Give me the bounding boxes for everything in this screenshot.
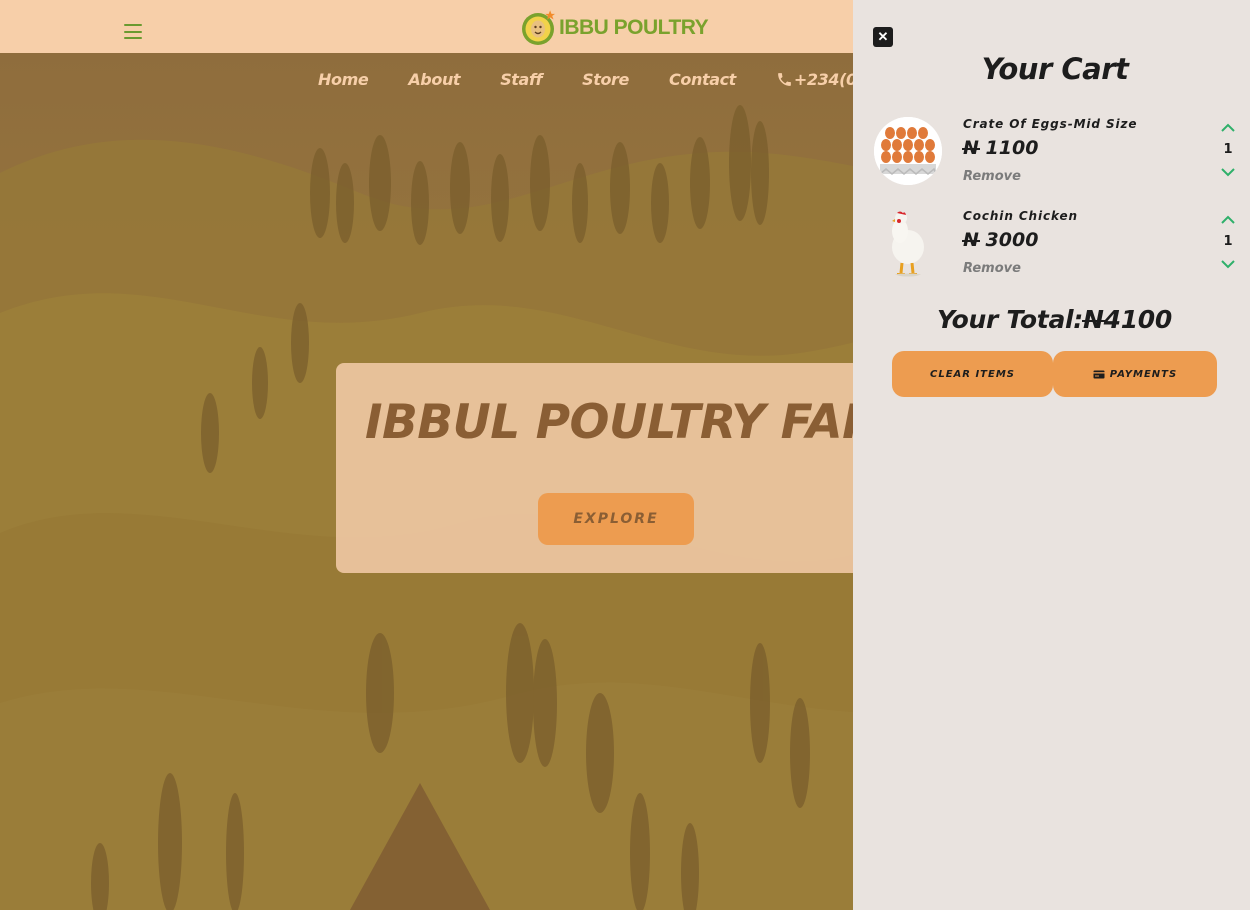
cart-item: Crate Of Eggs-Mid Size N 1100 Remove 1 (873, 117, 1236, 195)
chevron-up-icon[interactable] (1220, 122, 1236, 134)
cart-total: Your Total:N4100 (853, 305, 1250, 334)
chicken-image (874, 209, 942, 277)
nav-about[interactable]: About (408, 70, 460, 89)
cart-item: Cochin Chicken N 3000 Remove 1 (873, 209, 1236, 287)
nav-staff[interactable]: Staff (500, 70, 542, 89)
egg-crate-image (874, 117, 942, 185)
hero-card: IBBUL POULTRY FARM EXPLORE (336, 363, 925, 573)
close-icon[interactable]: ✕ (873, 27, 893, 47)
hero-title: IBBUL POULTRY FARM (365, 395, 925, 450)
hamburger-icon[interactable] (124, 24, 142, 39)
logo-mark-icon (522, 10, 555, 45)
nav-store[interactable]: Store (582, 70, 629, 89)
remove-item-button[interactable]: Remove (963, 169, 1021, 184)
main-nav: Home About Staff Store Contact +234(0)80… (318, 70, 896, 89)
item-quantity: 1 (1223, 142, 1233, 157)
nav-home[interactable]: Home (318, 70, 369, 89)
item-price-value: 1100 (985, 137, 1039, 159)
brand-name: IBBU POULTRY (559, 16, 709, 39)
clear-items-button[interactable]: CLEAR ITEMS (892, 351, 1053, 397)
total-label: Your Total: (937, 305, 1083, 334)
naira-symbol: N (962, 137, 980, 159)
naira-symbol: N (1082, 305, 1105, 334)
item-name: Cochin Chicken (963, 209, 1078, 223)
brand-logo[interactable]: IBBU POULTRY (520, 8, 709, 48)
item-price: N 1100 (962, 137, 1039, 159)
payments-button[interactable]: PAYMENTS (1053, 351, 1217, 397)
chevron-down-icon[interactable] (1220, 258, 1236, 270)
credit-card-icon (1093, 370, 1105, 378)
explore-button[interactable]: EXPLORE (538, 493, 694, 545)
cart-title: Your Cart (981, 52, 1129, 86)
naira-symbol: N (962, 229, 980, 251)
clear-items-label: CLEAR ITEMS (930, 368, 1015, 380)
chevron-up-icon[interactable] (1220, 214, 1236, 226)
total-value: 4100 (1103, 305, 1173, 334)
item-quantity: 1 (1223, 234, 1233, 249)
remove-item-button[interactable]: Remove (963, 261, 1021, 276)
item-price: N 3000 (962, 229, 1039, 251)
chevron-down-icon[interactable] (1220, 166, 1236, 178)
cart-sidebar: ✕ Your Cart Crate Of Eggs-Mid Size N 110… (853, 0, 1250, 910)
payments-label: PAYMENTS (1109, 368, 1178, 380)
item-name: Crate Of Eggs-Mid Size (963, 117, 1138, 131)
item-price-value: 3000 (985, 229, 1039, 251)
nav-contact[interactable]: Contact (669, 70, 736, 89)
phone-icon (778, 73, 791, 86)
